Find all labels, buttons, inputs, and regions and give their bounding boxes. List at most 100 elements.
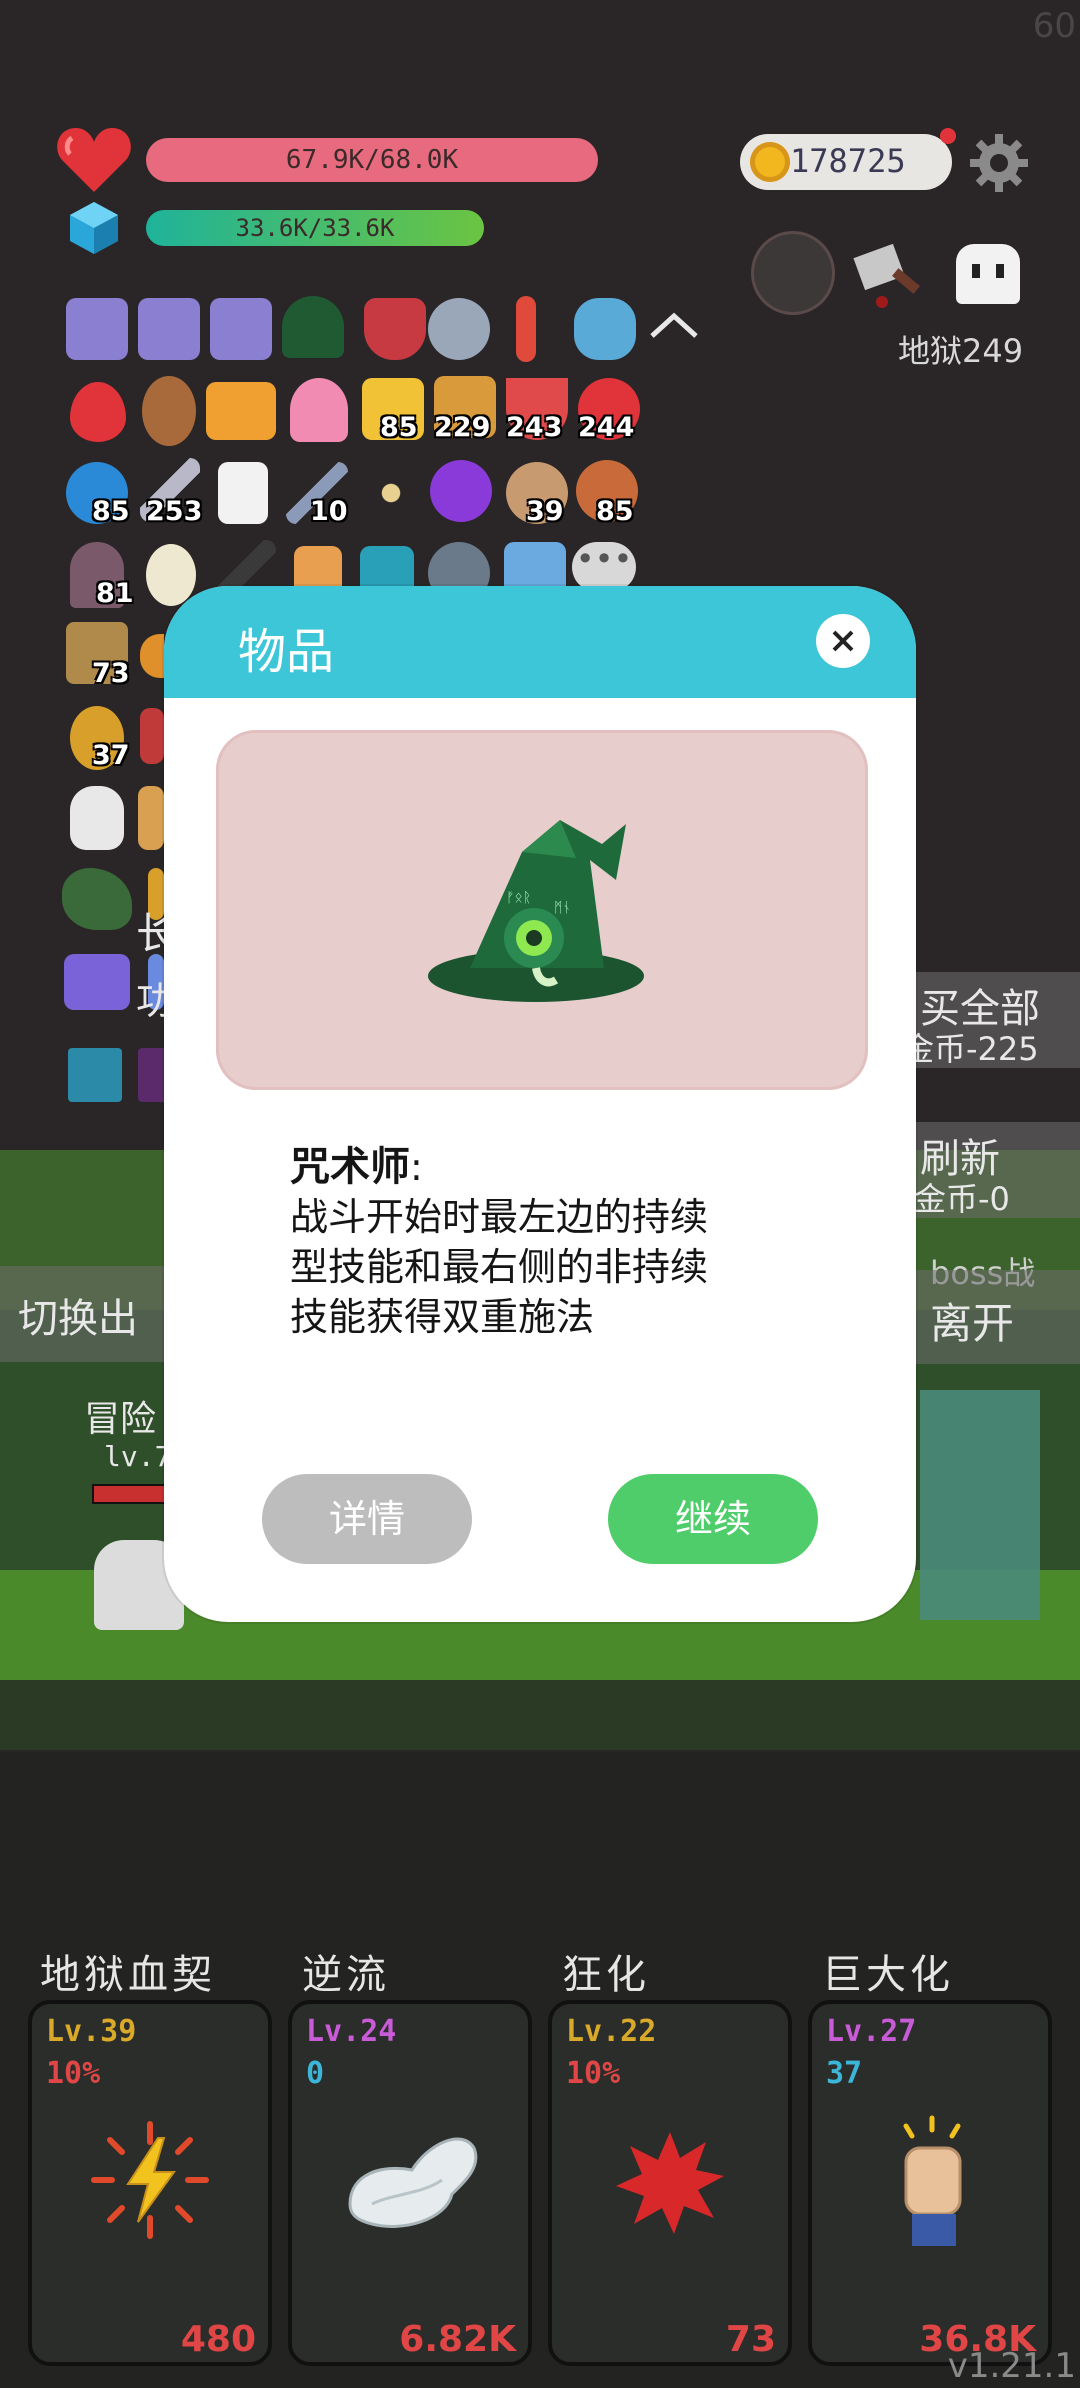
mana-text: 33.6K/33.6K — [235, 214, 395, 242]
item-name-colon: : — [410, 1145, 423, 1189]
mana-crystal-icon — [68, 200, 120, 256]
menu-item-icon[interactable] — [206, 382, 276, 440]
skill-card-berserk[interactable]: Lv.22 10% 73 — [548, 2000, 792, 2366]
tombstone-count: 81 — [96, 578, 134, 609]
skill-cost: 73 — [725, 2319, 776, 2360]
continue-label: 继续 — [674, 1497, 751, 1541]
ghost-icon[interactable] — [956, 244, 1020, 304]
switch-label: 切换出 — [18, 1296, 138, 1342]
modal-title: 物品 — [238, 624, 335, 680]
item-preview-panel: ᚠᛟᚱ ᛗᚾ — [216, 730, 868, 1090]
item-desc-line-2: 型技能和最右侧的非持续 — [290, 1245, 709, 1289]
hero-level: lv.7 — [104, 1440, 172, 1473]
leave-label: 离开 — [930, 1299, 1015, 1348]
skill-name-1: 地狱血契 — [40, 1952, 216, 1998]
tooth-item-icon[interactable] — [140, 708, 164, 764]
crossbow-count: 73 — [92, 658, 130, 689]
speech-count: 85 — [92, 496, 130, 527]
buy-all-cost: 金币-225 — [902, 1030, 1039, 1068]
sword-count: 253 — [146, 496, 203, 527]
skill-card-giant[interactable]: Lv.27 37 36.8K — [808, 2000, 1052, 2366]
map-item-icon[interactable] — [138, 786, 164, 850]
gold-counter[interactable]: 178725 — [740, 128, 956, 190]
chevron-up-icon[interactable] — [648, 310, 700, 340]
splat-icon — [610, 2122, 730, 2242]
lightning-burst-icon — [88, 2118, 212, 2242]
round-shield-count: 85 — [596, 496, 634, 527]
skill-card-backflow[interactable]: Lv.24 0 6.82K — [288, 2000, 532, 2366]
dagger-count: 10 — [310, 496, 348, 527]
gear-icon[interactable] — [968, 132, 1030, 194]
raised-fist-icon — [882, 2114, 982, 2254]
skill-stat: 0 — [306, 2056, 325, 2091]
eagle-item-icon[interactable] — [62, 868, 132, 930]
health-text: 67.9K/68.0K — [285, 145, 459, 175]
fps-readout: 60 — [1032, 6, 1076, 46]
heart-icon — [56, 124, 132, 194]
ice-cream-item-icon[interactable] — [290, 378, 348, 442]
more-icon[interactable]: ••• — [572, 542, 636, 592]
cleaver-icon[interactable] — [852, 240, 928, 312]
pineapple-count: 37 — [92, 740, 130, 771]
angel-item-icon[interactable] — [428, 298, 490, 360]
close-button[interactable] — [816, 614, 870, 668]
skill-level: Lv.39 — [46, 2014, 137, 2049]
ace-card-item-icon[interactable] — [218, 462, 268, 524]
chestnut-count: 39 — [526, 496, 564, 527]
crystal-ball-item-icon[interactable] — [430, 460, 492, 522]
curse-portrait-icon[interactable] — [754, 234, 832, 312]
item-name: 咒术师 — [290, 1144, 410, 1190]
skill-stat: 10% — [46, 2056, 101, 2091]
shield-item-icon[interactable] — [364, 298, 426, 360]
orange-item-icon[interactable] — [140, 634, 164, 678]
skill-stat: 37 — [826, 2056, 863, 2091]
item-desc-line-1: 战斗开始时最左边的持续 — [290, 1195, 709, 1239]
skill-level: Lv.24 — [306, 2014, 397, 2049]
skill-cost: 480 — [180, 2319, 256, 2360]
book-count: 229 — [434, 412, 491, 443]
flame-item-icon[interactable] — [70, 382, 126, 442]
scroll-item-icon[interactable] — [66, 298, 128, 360]
item-description: 咒术师: 战斗开始时最左边的持续 型技能和最右侧的非持续 技能获得双重施法 — [290, 1142, 850, 1342]
safety-pin-item-icon[interactable] — [574, 298, 636, 360]
wing-icon — [342, 2124, 482, 2234]
beer-count: 85 — [380, 412, 418, 443]
notification-dot — [940, 128, 956, 144]
item-name-line: 咒术师: — [290, 1142, 850, 1192]
modal-header: 物品 — [164, 586, 916, 698]
hell-level-label: 地狱249 — [898, 332, 1024, 370]
scroll-item-icon[interactable] — [210, 298, 272, 360]
drumstick-item-icon[interactable] — [142, 376, 196, 446]
adventure-label: 冒险 — [84, 1399, 157, 1440]
skill-level: Lv.22 — [566, 2014, 657, 2049]
item-desc-line-3: 技能获得双重施法 — [290, 1295, 595, 1339]
witch-hat-item-icon[interactable] — [282, 296, 344, 358]
continue-button[interactable]: 继续 — [608, 1474, 818, 1564]
version-label: v1.21.1 — [947, 2346, 1076, 2386]
refresh-button[interactable]: 刷新 金币-0 — [900, 1122, 1080, 1218]
skill-level: Lv.27 — [826, 2014, 917, 2049]
molecule-item-icon[interactable] — [360, 462, 422, 524]
skill-card-hell-pact[interactable]: Lv.39 10% 480 — [28, 2000, 272, 2366]
dark-ground — [0, 1680, 1080, 1750]
item-modal: 物品 ᚠᛟᚱ ᛗᚾ 咒术师: 战斗开始时最左边的持续 型技能和最右侧的非持续 技… — [164, 586, 916, 1622]
lamp-tile-icon[interactable] — [68, 1048, 122, 1102]
close-icon — [832, 630, 854, 652]
health-bar: 67.9K/68.0K — [146, 138, 598, 182]
skill-name-2: 逆流 — [302, 1952, 390, 1998]
hand-item-icon[interactable] — [70, 786, 124, 850]
skill-name-3: 狂化 — [562, 1952, 650, 1998]
details-button[interactable]: 详情 — [262, 1474, 472, 1564]
skill-cost: 6.82K — [399, 2319, 516, 2360]
buy-all-button[interactable]: 买全部 金币-225 — [900, 972, 1080, 1068]
refresh-cost: 金币-0 — [914, 1180, 1010, 1218]
thermometer-item-icon[interactable] — [516, 296, 536, 362]
apple-count: 244 — [578, 412, 635, 443]
details-label: 详情 — [328, 1497, 405, 1541]
watermelon-count: 243 — [506, 412, 563, 443]
svg-text:ᛗᚾ: ᛗᚾ — [554, 900, 571, 916]
leave-button[interactable]: 离开 — [900, 1270, 1080, 1364]
scroll-item-icon[interactable] — [138, 298, 200, 360]
gift-box-item-icon[interactable] — [64, 954, 130, 1010]
witch-hat-icon: ᚠᛟᚱ ᛗᚾ — [426, 800, 656, 1010]
